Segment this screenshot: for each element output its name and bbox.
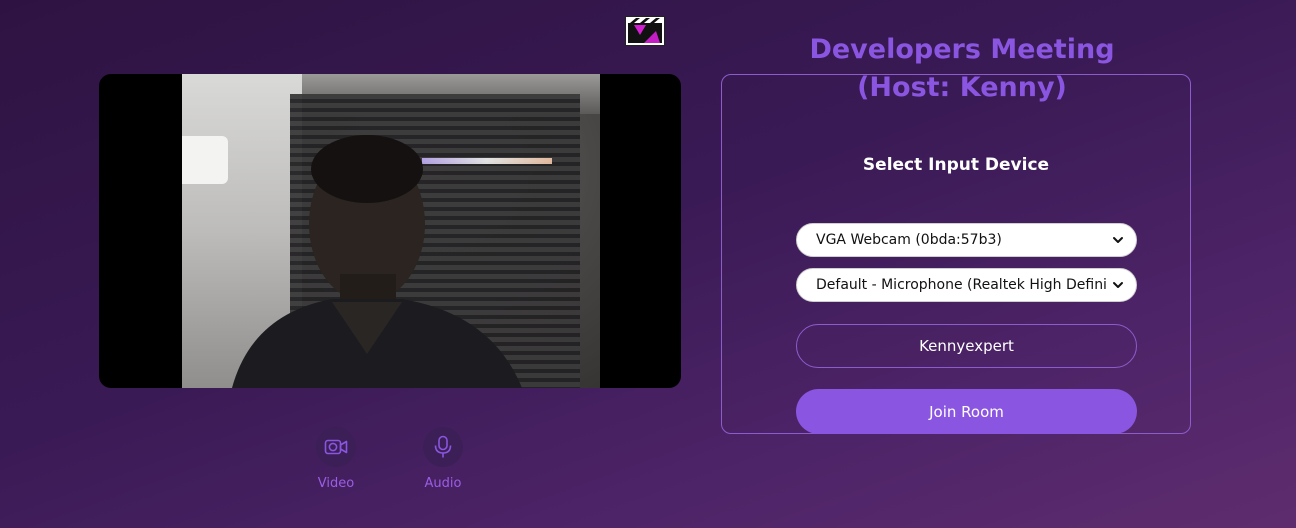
video-toggle-button[interactable]: Video [301, 427, 371, 491]
chevron-down-icon [1113, 237, 1123, 243]
meeting-title: Developers Meeting (Host: Kenny) [809, 34, 1115, 103]
camera-select-value: VGA Webcam (0bda:57b3) [816, 232, 1002, 248]
join-room-button[interactable]: Join Room [796, 389, 1137, 434]
microphone-icon [434, 435, 452, 458]
display-name-input[interactable] [796, 324, 1137, 368]
audio-toggle-label: Audio [424, 476, 462, 491]
select-device-heading: Select Input Device [862, 155, 1050, 175]
video-toggle-label: Video [317, 476, 355, 491]
chevron-down-icon [1113, 282, 1123, 288]
app-logo [625, 16, 665, 46]
video-camera-icon [324, 439, 348, 455]
microphone-select[interactable]: Default - Microphone (Realtek High Defin… [796, 268, 1137, 302]
participant-silhouette [232, 135, 522, 388]
clapperboard-icon [628, 18, 662, 43]
audio-toggle-button[interactable]: Audio [408, 427, 478, 491]
camera-select[interactable]: VGA Webcam (0bda:57b3) [796, 223, 1137, 257]
microphone-select-value: Default - Microphone (Realtek High Defin… [816, 277, 1106, 293]
camera-feed [182, 74, 600, 388]
camera-preview [99, 74, 681, 388]
